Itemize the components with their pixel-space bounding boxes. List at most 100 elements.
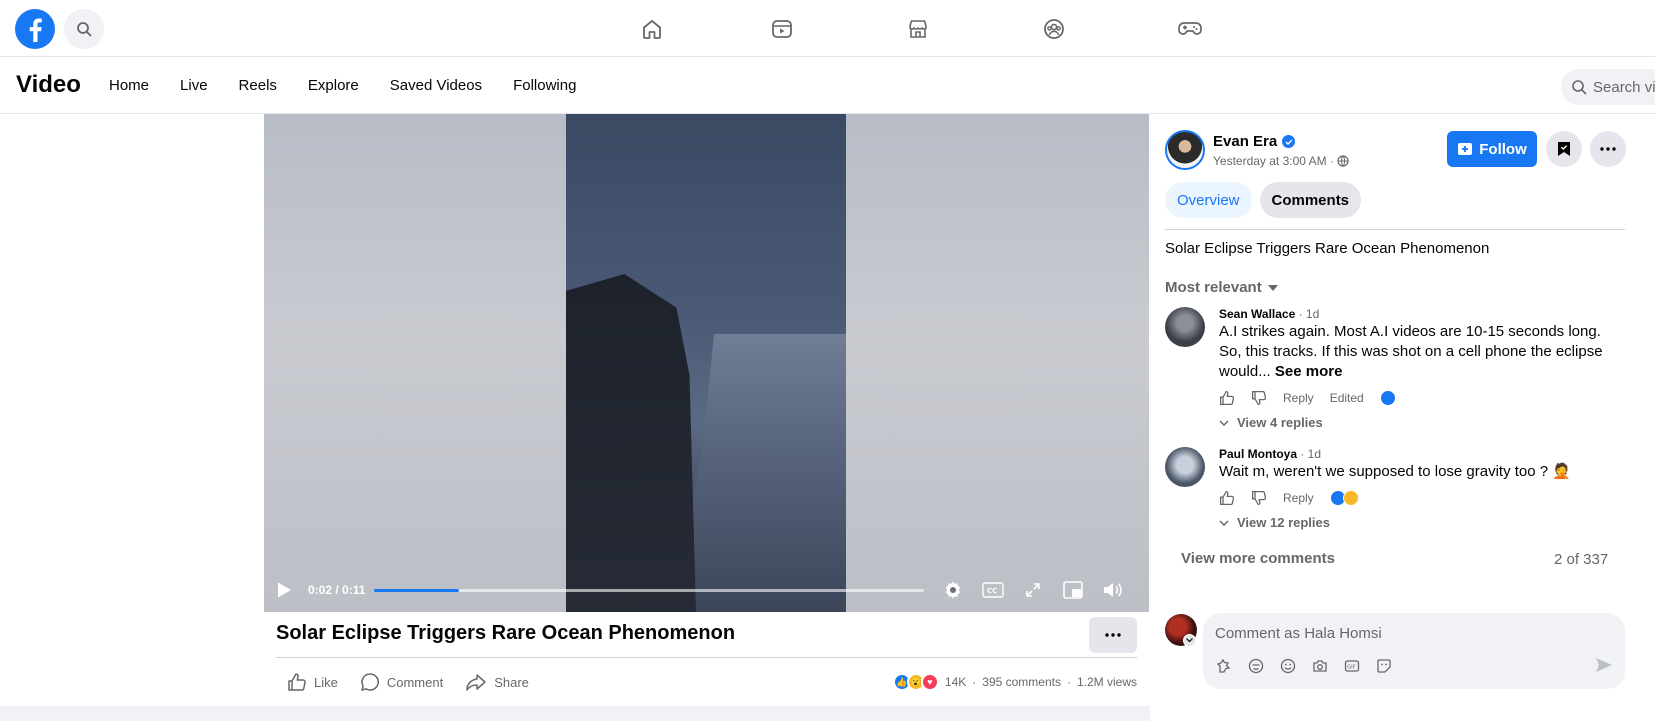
commenter-avatar[interactable] — [1165, 307, 1205, 347]
video-nav-live[interactable]: Live — [180, 77, 208, 94]
gaming-icon — [1178, 22, 1202, 35]
commenter-name[interactable]: Sean Wallace — [1219, 307, 1295, 321]
fullscreen-button[interactable] — [1022, 579, 1044, 601]
video-nav-home[interactable]: Home — [109, 77, 149, 94]
share-button[interactable]: Share — [465, 672, 529, 692]
sticker-icon — [1377, 659, 1391, 673]
reply-button[interactable]: Reply — [1283, 391, 1314, 405]
send-icon — [1596, 658, 1612, 672]
search-icon — [77, 22, 92, 37]
tab-comments[interactable]: Comments — [1259, 182, 1362, 218]
thumbs-up-icon[interactable] — [1219, 490, 1235, 506]
stats-separator: · — [972, 675, 977, 689]
facebook-logo-icon[interactable] — [15, 9, 55, 49]
more-dots-icon — [1600, 147, 1616, 151]
view-replies-button[interactable]: View 4 replies — [1219, 415, 1609, 430]
thumbs-down-icon[interactable] — [1251, 490, 1267, 506]
post-more-button[interactable] — [1089, 617, 1137, 653]
panel-more-button[interactable] — [1590, 131, 1626, 167]
comment-button[interactable]: Comment — [360, 672, 443, 692]
like-reaction-icon — [1379, 390, 1396, 406]
nav-groups[interactable] — [986, 12, 1122, 46]
nav-video[interactable] — [714, 12, 850, 46]
video-header: Video Home Live Reels Explore Saved Vide… — [0, 57, 1655, 114]
volume-button[interactable] — [1102, 579, 1124, 601]
video-nav-reels[interactable]: Reels — [239, 77, 277, 94]
video-nav-following[interactable]: Following — [513, 77, 576, 94]
nav-gaming[interactable] — [1122, 12, 1258, 46]
see-more-link[interactable]: See more — [1275, 363, 1343, 380]
tab-overview[interactable]: Overview — [1165, 182, 1252, 218]
gear-icon — [945, 581, 961, 599]
follow-button[interactable]: Follow — [1447, 131, 1537, 167]
gif-button[interactable]: GIF — [1343, 657, 1361, 675]
like-button[interactable]: Like — [287, 672, 338, 692]
svg-text:GIF: GIF — [1347, 664, 1355, 670]
page-title: Video — [16, 71, 81, 98]
author-name[interactable]: Evan Era — [1213, 133, 1277, 150]
comment-age[interactable]: · 1d — [1295, 307, 1320, 321]
thumbs-up-icon[interactable] — [1219, 390, 1235, 406]
search-icon — [1572, 80, 1587, 95]
nav-home[interactable] — [640, 12, 714, 46]
post-timestamp[interactable]: Yesterday at 3:00 AM · — [1213, 154, 1334, 168]
captions-button[interactable]: CC — [982, 579, 1004, 601]
composer-tools: GIF — [1215, 657, 1393, 675]
view-replies-button[interactable]: View 12 replies — [1219, 515, 1609, 530]
view-replies-label: View 4 replies — [1237, 415, 1323, 430]
comment-reactions[interactable] — [1379, 390, 1396, 406]
comment-actions: Reply Edited — [1219, 389, 1609, 407]
comment-composer[interactable]: Comment as Hala Homsi GIF — [1203, 613, 1625, 689]
save-button[interactable] — [1546, 131, 1582, 167]
comment-icon — [361, 673, 379, 691]
avatar-button[interactable] — [1247, 657, 1265, 675]
comments-pagination-count: 2 of 337 — [1554, 551, 1609, 568]
comment-header: Sean Wallace · 1d — [1219, 307, 1609, 321]
post-actions: Like Comment Share — [287, 672, 529, 692]
verified-badge-icon — [1282, 135, 1296, 148]
comment-age[interactable]: · 1d — [1297, 447, 1321, 461]
settings-button[interactable] — [942, 579, 964, 601]
video-nav-explore[interactable]: Explore — [308, 77, 359, 94]
video-nav-saved-videos[interactable]: Saved Videos — [390, 77, 482, 94]
chevron-down-icon[interactable] — [1183, 634, 1196, 647]
video-search-input[interactable]: Search vid — [1561, 69, 1655, 105]
camera-button[interactable] — [1311, 657, 1329, 675]
search-placeholder: Search vid — [1593, 78, 1655, 96]
commenter-avatar[interactable] — [1165, 447, 1205, 487]
comment-reactions[interactable] — [1329, 490, 1359, 506]
comment-body: Sean Wallace · 1d A.I strikes again. Mos… — [1219, 307, 1609, 430]
author-avatar[interactable] — [1165, 130, 1205, 170]
comment-actions: Reply — [1219, 489, 1609, 507]
share-icon — [466, 674, 486, 691]
reaction-icons[interactable]: 👍 😮 ♥ — [892, 673, 939, 691]
commenter-name[interactable]: Paul Montoya — [1219, 447, 1297, 461]
like-label: Like — [314, 674, 338, 690]
thumbs-down-icon[interactable] — [1251, 390, 1267, 406]
post-side-panel: Evan Era Yesterday at 3:00 AM · Follow O… — [1150, 114, 1655, 721]
nav-marketplace[interactable] — [850, 12, 986, 46]
love-reaction-icon: ♥ — [920, 673, 939, 691]
edited-label[interactable]: Edited — [1330, 391, 1364, 405]
sticker-button[interactable] — [1375, 657, 1393, 675]
comment-input-placeholder: Comment as Hala Homsi — [1215, 625, 1382, 642]
expand-icon — [1026, 583, 1040, 597]
reaction-count[interactable]: 14K — [945, 675, 966, 689]
search-button[interactable] — [64, 9, 104, 49]
comment-sort-dropdown[interactable]: Most relevant — [1165, 279, 1278, 296]
thumbs-up-icon — [288, 673, 306, 691]
play-button[interactable] — [276, 580, 296, 600]
video-player[interactable]: 0:02 / 0:11 CC — [264, 114, 1149, 612]
avatar-sticker-button[interactable] — [1215, 657, 1233, 675]
emoji-button[interactable] — [1279, 657, 1297, 675]
stats-separator: · — [1066, 675, 1071, 689]
comments-count[interactable]: 395 comments — [982, 675, 1061, 689]
picture-in-picture-icon — [1063, 581, 1083, 599]
reply-button[interactable]: Reply — [1283, 491, 1314, 505]
view-more-comments-link[interactable]: View more comments — [1181, 550, 1335, 567]
video-icon — [772, 20, 792, 38]
pip-button[interactable] — [1062, 579, 1084, 601]
follow-label: Follow — [1479, 140, 1527, 158]
video-progress-bar[interactable] — [374, 588, 924, 592]
send-comment-button[interactable] — [1595, 657, 1613, 673]
